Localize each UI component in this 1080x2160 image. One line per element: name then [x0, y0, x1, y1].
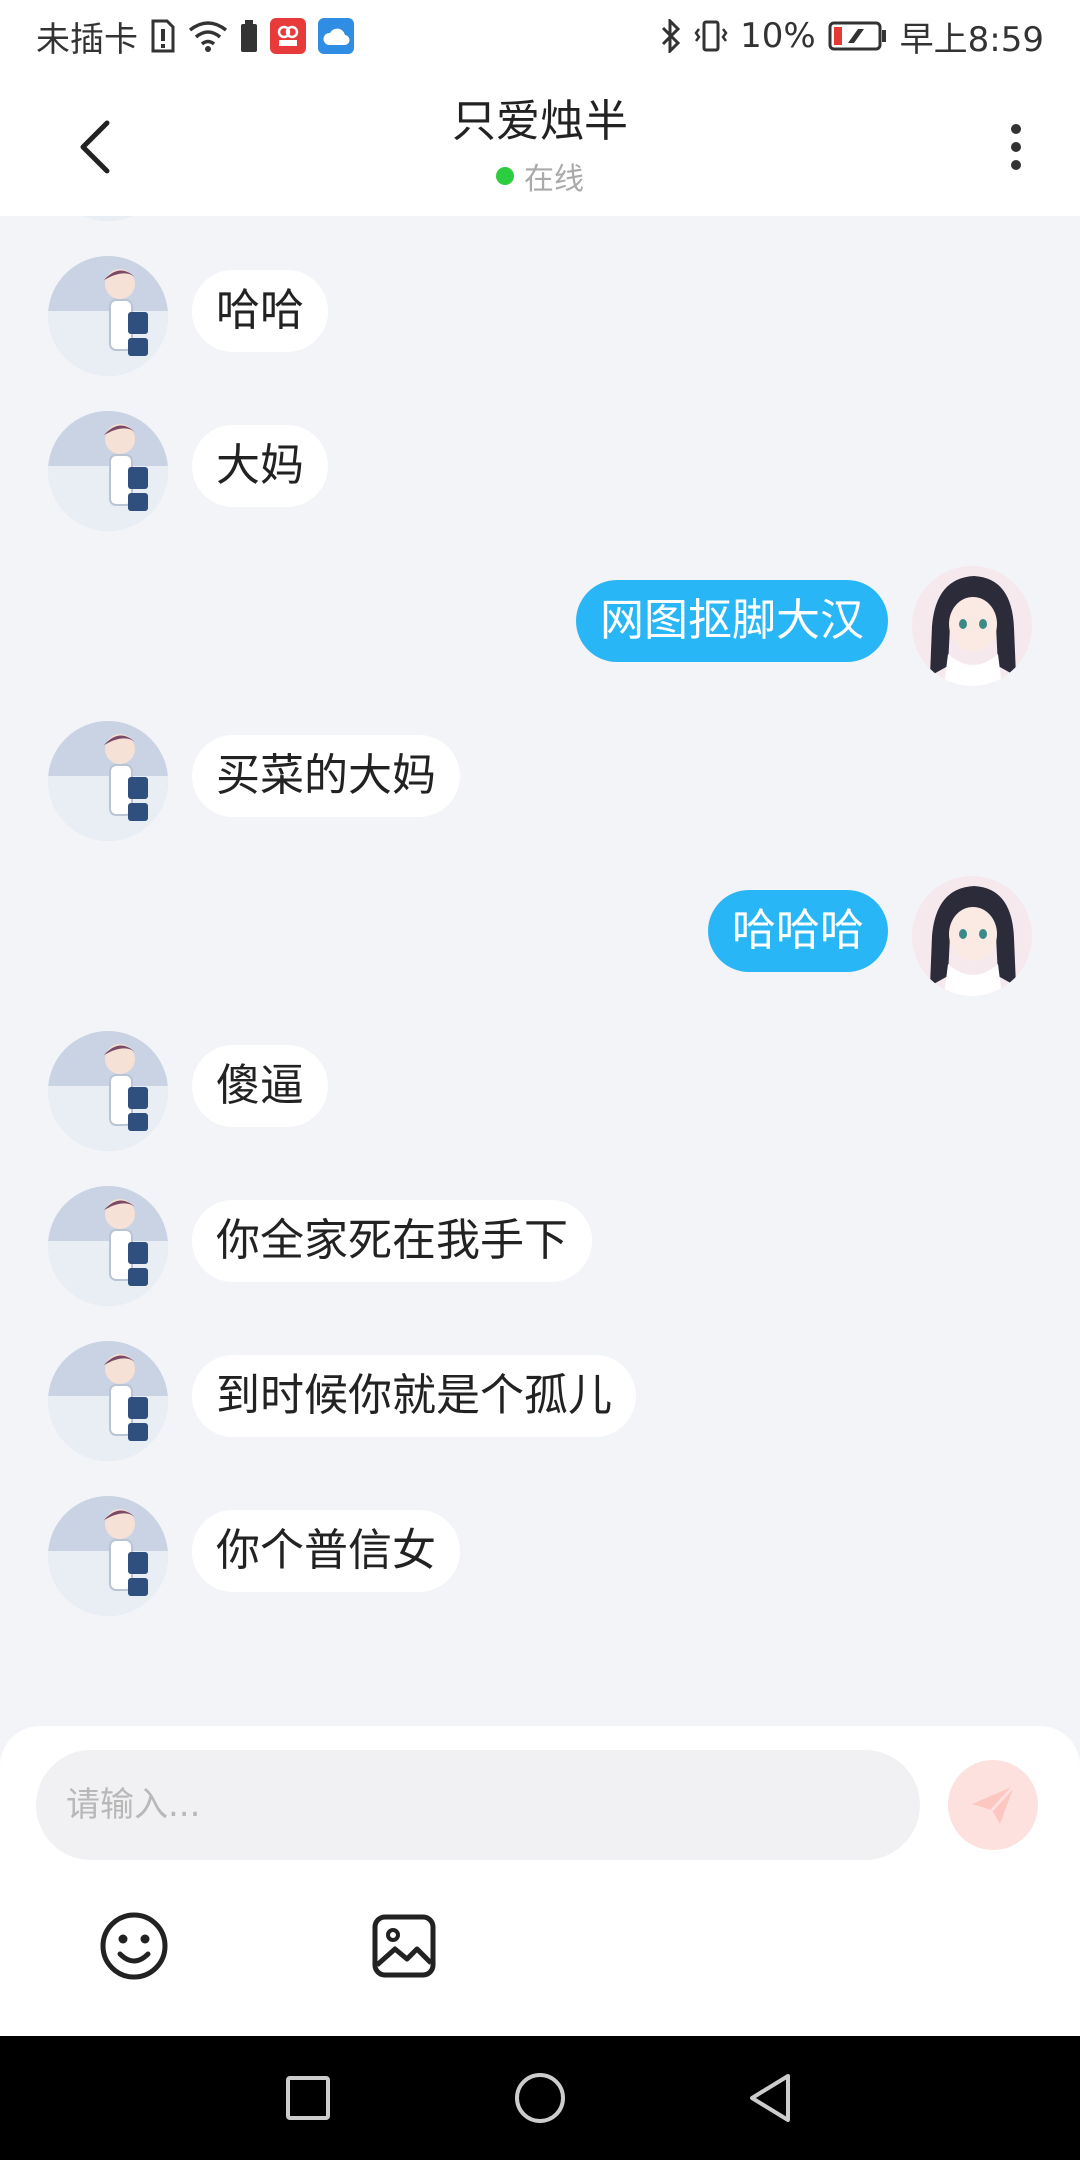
battery-icon	[828, 21, 888, 51]
outgoing-message: 网图抠脚大汉	[0, 566, 1080, 696]
message-input[interactable]	[36, 1750, 920, 1860]
message-bubble[interactable]: 哈哈	[192, 270, 328, 352]
image-button[interactable]	[368, 1910, 440, 1982]
message-bubble[interactable]: 你个普信女	[192, 1510, 460, 1592]
incoming-message: 到时候你就是个孤儿	[0, 1341, 1080, 1471]
my-avatar[interactable]	[912, 876, 1032, 996]
chat-header: 只爱烛半 在线	[0, 72, 1080, 216]
message-bubble[interactable]: 哈哈哈	[708, 890, 888, 972]
system-back-button[interactable]	[740, 2068, 800, 2128]
my-avatar[interactable]	[912, 566, 1032, 686]
wifi-icon	[188, 20, 228, 52]
status-bar: 未插卡 10% 早上8:59	[0, 0, 1080, 72]
contact-name: 只爱烛半	[452, 96, 628, 147]
carrier-label: 未插卡	[36, 19, 138, 60]
triangle-back-icon	[750, 2074, 790, 2122]
vibrate-icon	[694, 19, 728, 53]
contact-avatar[interactable]	[48, 256, 168, 376]
more-vertical-icon	[1011, 124, 1021, 134]
square-icon	[286, 2076, 330, 2120]
recent-apps-button[interactable]	[278, 2068, 338, 2128]
incoming-message: 大妈	[0, 411, 1080, 541]
send-button[interactable]	[948, 1760, 1038, 1850]
app-notification-icon	[270, 18, 306, 54]
contact-avatar[interactable]	[48, 1341, 168, 1461]
message-list[interactable]: 网图大妈哈哈大妈网图抠脚大汉买菜的大妈哈哈哈傻逼你全家死在我手下到时候你就是个孤…	[0, 216, 1080, 1726]
circle-icon	[515, 2073, 565, 2123]
incoming-message: 买菜的大妈	[0, 721, 1080, 851]
message-bubble[interactable]: 到时候你就是个孤儿	[192, 1355, 636, 1437]
status-right: 10% 早上8:59	[660, 12, 1044, 61]
emoji-icon	[100, 1912, 168, 1980]
incoming-message: 网图大妈	[0, 216, 1080, 231]
contact-avatar[interactable]	[48, 216, 168, 221]
battery-small-icon	[240, 20, 258, 52]
message-bubble[interactable]: 大妈	[192, 425, 328, 507]
message-bubble[interactable]: 网图抠脚大汉	[576, 580, 888, 662]
contact-avatar[interactable]	[48, 721, 168, 841]
outgoing-message: 哈哈哈	[0, 876, 1080, 1006]
bluetooth-icon	[660, 19, 682, 53]
contact-avatar[interactable]	[48, 1031, 168, 1151]
message-bubble[interactable]: 你全家死在我手下	[192, 1200, 592, 1282]
home-button[interactable]	[510, 2068, 570, 2128]
message-bubble[interactable]: 傻逼	[192, 1045, 328, 1127]
contact-avatar[interactable]	[48, 411, 168, 531]
online-status: 在线	[0, 154, 1080, 198]
contact-avatar[interactable]	[48, 1186, 168, 1306]
send-icon	[972, 1784, 1016, 1824]
image-icon	[372, 1914, 436, 1978]
incoming-message: 傻逼	[0, 1031, 1080, 1161]
message-bubble[interactable]: 买菜的大妈	[192, 735, 460, 817]
weather-app-icon	[318, 18, 354, 54]
incoming-message: 哈哈	[0, 256, 1080, 386]
incoming-message: 你个普信女	[0, 1496, 1080, 1626]
incoming-message: 你全家死在我手下	[0, 1186, 1080, 1316]
status-left: 未插卡	[36, 12, 354, 61]
online-dot-icon	[496, 167, 514, 185]
system-navigation-bar	[0, 2036, 1080, 2160]
online-status-text: 在线	[524, 162, 584, 197]
more-options-button[interactable]	[996, 112, 1036, 182]
status-time: 早上8:59	[899, 19, 1044, 60]
input-panel	[0, 1726, 1080, 2036]
emoji-button[interactable]	[98, 1910, 170, 1982]
chat-screen: 未插卡 10% 早上8:59 只爱烛半 在线 哈哈 大妈 网图抠脚大汉 买菜的大…	[0, 0, 1080, 2160]
title-area: 只爱烛半 在线	[0, 94, 1080, 198]
sim-alert-icon	[150, 19, 176, 53]
contact-avatar[interactable]	[48, 1496, 168, 1616]
battery-percent: 10%	[740, 16, 816, 56]
